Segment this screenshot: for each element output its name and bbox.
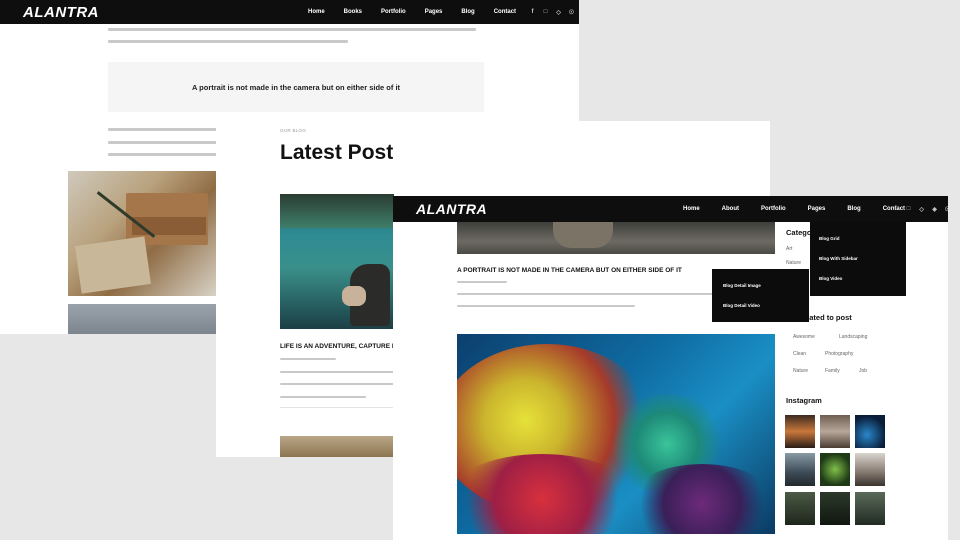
navbar: ALANTRA Home About Portfolio Pages Blog …	[393, 196, 948, 222]
dropdown-item-detail-video[interactable]: Blog Detail Video	[723, 303, 760, 308]
category-nature[interactable]: Nature	[786, 260, 801, 266]
menu-item-pages[interactable]: Pages	[425, 9, 443, 15]
instagram-photo[interactable]	[855, 492, 885, 525]
dropdown-item-blog-grid[interactable]: Blog Grid	[819, 236, 840, 241]
coral-reef-photo[interactable]	[457, 334, 775, 534]
instagram-photo[interactable]	[855, 415, 885, 448]
blog-photo-partial[interactable]	[68, 304, 216, 334]
main-menu: Home Books Portfolio Pages Blog Contact	[308, 9, 535, 15]
text-line	[457, 305, 635, 307]
post-photo-partial[interactable]	[280, 436, 394, 457]
blog-dropdown: Blog Grid Blog With Sidebar Blog Video	[810, 222, 906, 296]
books-photo[interactable]	[68, 171, 216, 296]
text-line	[108, 28, 476, 31]
section-kicker: OUR BLOG	[280, 128, 307, 133]
instagram-icon[interactable]: □	[902, 206, 915, 213]
instagram-photo[interactable]	[820, 492, 850, 525]
instagram-icon[interactable]: □	[539, 9, 552, 16]
menu-item-home[interactable]: Home	[308, 9, 325, 15]
menu-item-pages[interactable]: Pages	[808, 206, 826, 212]
menu-item-contact[interactable]: Contact	[494, 9, 516, 15]
divider	[280, 407, 394, 408]
tag[interactable]: Photography	[825, 351, 853, 357]
dribbble-icon[interactable]: ◈	[928, 206, 941, 213]
post-meta	[280, 358, 336, 360]
facebook-icon[interactable]: f	[526, 9, 539, 16]
dropdown-item-blog-video[interactable]: Blog Video	[819, 276, 842, 281]
instagram-photo[interactable]	[855, 453, 885, 486]
text-line	[108, 141, 218, 144]
related-heading: elated to post	[803, 313, 852, 322]
post-meta	[457, 281, 507, 283]
navbar: ALANTRA Home Books Portfolio Pages Blog …	[0, 0, 579, 24]
menu-item-blog[interactable]: Blog	[461, 9, 474, 15]
instagram-photo[interactable]	[785, 453, 815, 486]
social-links: f □ ◇ ◈ ☉	[889, 206, 949, 213]
text-line	[108, 128, 218, 131]
instagram-photo[interactable]	[820, 415, 850, 448]
text-line	[280, 371, 394, 373]
categories-heading: Catego	[786, 228, 812, 237]
vimeo-icon[interactable]: ◇	[552, 9, 565, 16]
post-title[interactable]: LIFE IS AN ADVENTURE, CAPTURE EV	[280, 343, 401, 350]
category-art[interactable]: Art	[786, 246, 792, 252]
pages-dropdown: Blog Detail Image Blog Detail Video	[712, 269, 809, 322]
menu-item-blog[interactable]: Blog	[847, 206, 860, 212]
dribbble-icon[interactable]: ☉	[565, 9, 578, 16]
post-title[interactable]: A PORTRAIT IS NOT MADE IN THE CAMERA BUT…	[457, 267, 682, 274]
section-heading: Latest Post	[280, 141, 394, 164]
text-line	[108, 153, 218, 156]
menu-item-portfolio[interactable]: Portfolio	[761, 206, 786, 212]
vimeo-icon[interactable]: ◇	[915, 206, 928, 213]
tag[interactable]: Job	[859, 368, 867, 374]
tag[interactable]: Clean	[793, 351, 806, 357]
dropdown-item-detail-image[interactable]: Blog Detail Image	[723, 283, 761, 288]
logo[interactable]: ALANTRA	[416, 201, 487, 217]
quote-text: A portrait is not made in the camera but…	[191, 83, 401, 92]
instagram-photo[interactable]	[785, 492, 815, 525]
tag[interactable]: Landscaping	[839, 334, 867, 340]
post-photo-top[interactable]	[457, 222, 775, 254]
menu-item-home[interactable]: Home	[683, 206, 700, 212]
blockquote: A portrait is not made in the camera but…	[108, 62, 484, 112]
tag[interactable]: Awesome	[793, 334, 815, 340]
logo[interactable]: ALANTRA	[23, 4, 99, 21]
dropdown-item-blog-sidebar[interactable]: Blog With Sidebar	[819, 256, 858, 261]
text-line	[280, 396, 366, 398]
instagram-photo[interactable]	[820, 453, 850, 486]
instagram-heading: Instagram	[786, 396, 822, 405]
text-line	[108, 40, 348, 43]
facebook-icon[interactable]: f	[889, 206, 902, 213]
menu-item-books[interactable]: Books	[344, 9, 362, 15]
globe-icon[interactable]: ☉	[941, 206, 948, 213]
instagram-photo[interactable]	[785, 415, 815, 448]
underwater-photo[interactable]	[280, 194, 394, 329]
menu-item-about[interactable]: About	[722, 206, 739, 212]
social-links: f □ ◇ ☉	[526, 9, 578, 16]
front-screenshot: ALANTRA Home About Portfolio Pages Blog …	[393, 196, 948, 540]
tag[interactable]: Family	[825, 368, 840, 374]
tag[interactable]: Nature	[793, 368, 808, 374]
text-line	[280, 383, 394, 385]
menu-item-portfolio[interactable]: Portfolio	[381, 9, 406, 15]
